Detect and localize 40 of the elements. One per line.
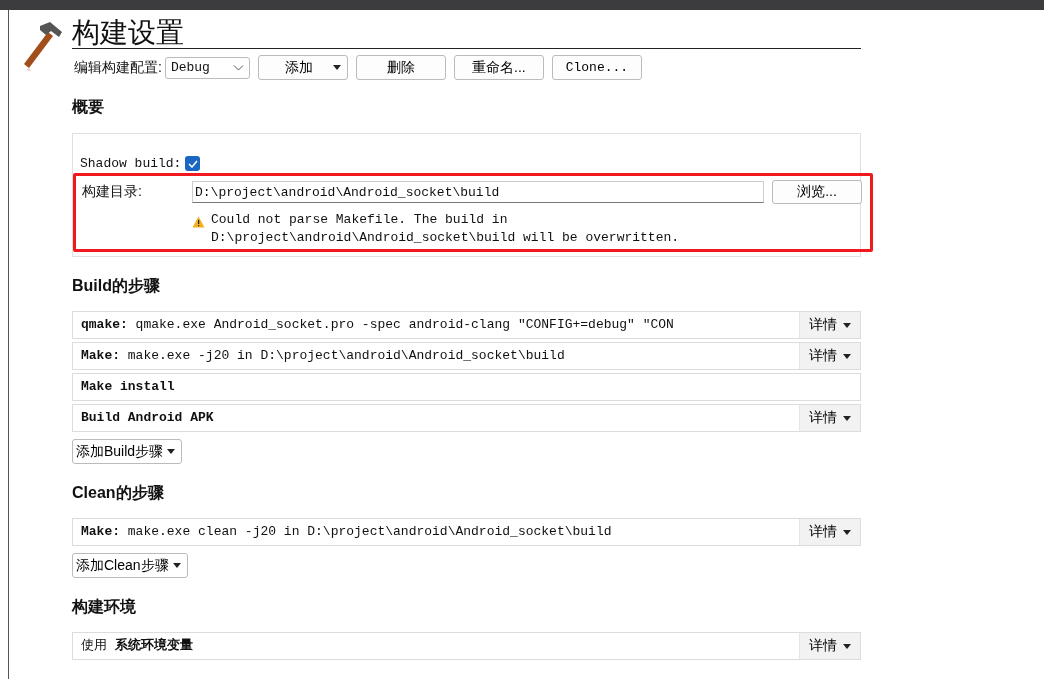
page-title: 构建设置: [72, 19, 861, 49]
section-heading: Build的步骤: [72, 276, 161, 296]
caret-icon: [843, 529, 851, 535]
caret-icon: [167, 449, 176, 454]
details-button[interactable]: 详情: [799, 343, 860, 369]
caret-icon: [843, 353, 851, 359]
section-heading: Clean的步骤: [72, 483, 165, 503]
toolbar-button[interactable]: 添加: [257, 55, 348, 80]
add-step-button[interactable]: 添加Build步骤: [72, 439, 183, 464]
step-summary: Build Android APK: [80, 409, 215, 427]
toolbar-button[interactable]: Clone...: [551, 55, 642, 80]
details-button[interactable]: 详情: [799, 519, 860, 545]
config-label: 编辑构建配置:: [74, 58, 162, 77]
toolbar-button[interactable]: 重命名...: [453, 55, 544, 80]
build-directory-label: 构建目录:: [82, 183, 143, 201]
section-heading: 概要: [72, 97, 105, 117]
add-step-button[interactable]: 添加Clean步骤: [72, 553, 188, 578]
step-summary: Make: make.exe clean -j20 in D:\project\android\Android_socket\build: [80, 523, 613, 541]
config-dropdown[interactable]: Debug: [164, 56, 250, 79]
details-button[interactable]: 详情: [799, 312, 860, 338]
details-button[interactable]: 详情: [799, 633, 860, 659]
caret-icon: [172, 563, 181, 568]
step-summary: qmake: qmake.exe Android_socket.pro -spec android-clang "CONFIG+=debug" "CON: [80, 316, 675, 334]
caret-icon: [843, 415, 851, 421]
toolbar-button[interactable]: 删除: [355, 55, 446, 80]
details-button[interactable]: 详情: [799, 405, 860, 431]
chevron-down-icon: [232, 64, 244, 71]
section-heading: 构建环境: [72, 597, 137, 617]
shadow-build-checkbox[interactable]: [185, 156, 201, 171]
warning-message: Could not parse Makefile. The build in D:\project\android\Android_socket\build will be overwritten.: [211, 211, 681, 247]
step-summary: Make: make.exe -j20 in D:\project\android\Android_socket\build: [80, 347, 566, 365]
build-directory-field[interactable]: D:\project\android\Android_socket\build: [192, 181, 764, 203]
hammer-icon: [22, 20, 64, 72]
caret-icon: [843, 322, 851, 328]
warning-icon: [192, 216, 205, 228]
browse-button[interactable]: 浏览...: [772, 180, 862, 204]
step-summary: Make install: [80, 378, 176, 396]
step-summary: 使用 系统环境变量: [80, 636, 194, 655]
caret-icon: [843, 643, 851, 649]
shadow-build-label: Shadow build:: [80, 156, 182, 171]
